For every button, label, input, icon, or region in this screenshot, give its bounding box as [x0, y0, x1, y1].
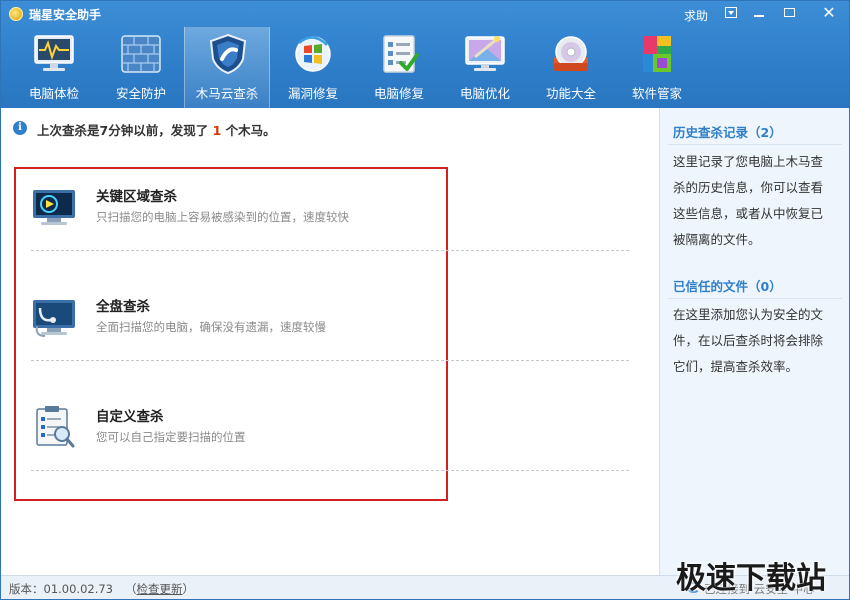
history-desc: 这里记录了您电脑上木马查杀的历史信息，你可以查看这些信息，或者从中恢复已被隔离的…: [673, 154, 824, 247]
tool-all-features[interactable]: 功能大全: [528, 27, 614, 108]
site-watermark: 极速下载站: [676, 561, 826, 596]
menu-icon: [724, 7, 737, 18]
trusted-desc: 在这里添加您认为安全的文件，在以后查杀时将会排除它们，提高查杀效率。: [673, 307, 824, 374]
shield-icon: [209, 33, 247, 75]
version-label: 版本：01.00.02.73: [9, 582, 113, 596]
scan-option-desc: 您可以自己指定要扫描的位置: [96, 430, 246, 444]
close-icon: ✕: [822, 3, 836, 22]
software-blocks-icon: [643, 36, 671, 72]
tool-computer-checkup[interactable]: 电脑体检: [11, 27, 97, 108]
main-content: i 上次查杀是7分钟以前，发现了 1 个木马。 关键区域查杀 只扫描您的电脑上容…: [1, 108, 659, 575]
tool-label: 电脑体检: [28, 86, 79, 101]
app-title: 瑞星安全助手: [29, 8, 102, 22]
paren-close: ）: [182, 582, 195, 596]
checklist-icon: [383, 35, 419, 73]
scan-option-desc: 只扫描您的电脑上容易被感染到的位置，速度较快: [96, 210, 349, 224]
trojan-count: 1: [212, 123, 222, 138]
firewall-icon: [121, 35, 161, 73]
divider: [31, 360, 629, 361]
tool-label: 电脑优化: [459, 86, 510, 101]
tool-label: 安全防护: [115, 86, 166, 101]
magic-monitor-icon: [465, 36, 505, 71]
tool-security-protection[interactable]: 安全防护: [98, 27, 184, 108]
divider: [668, 144, 842, 145]
check-update-link[interactable]: （检查更新）: [125, 581, 194, 597]
tool-computer-repair[interactable]: 电脑修复: [356, 27, 442, 108]
scan-option-title: 关键区域查杀: [96, 189, 177, 205]
windows-patch-icon: [295, 36, 331, 72]
notice-suffix: 个木马。: [225, 123, 276, 138]
scan-option-title: 自定义查杀: [96, 409, 164, 425]
divider: [31, 250, 629, 251]
maximize-button[interactable]: [776, 3, 803, 23]
header: 瑞星安全助手 求助 ✕ 电脑体检 安全防护 木马云查杀 漏洞修复 电脑修复 电脑…: [1, 1, 849, 108]
tool-label: 漏洞修复: [287, 86, 338, 101]
menu-button[interactable]: [717, 3, 744, 23]
scan-option-custom[interactable]: 自定义查杀 您可以自己指定要扫描的位置: [31, 388, 629, 496]
quick-scan-monitor-icon: [33, 190, 75, 225]
app-logo-icon: [9, 7, 23, 21]
check-update-label: 检查更新: [136, 582, 183, 596]
app-window: 瑞星安全助手 求助 ✕ 电脑体检 安全防护 木马云查杀 漏洞修复 电脑修复 电脑…: [0, 0, 850, 600]
trusted-files-link[interactable]: 已信任的文件（0）: [673, 276, 782, 295]
tool-software-manager[interactable]: 软件管家: [614, 27, 700, 108]
tool-label: 木马云查杀: [195, 86, 259, 101]
full-scan-monitor-icon: [33, 300, 75, 337]
divider: [31, 470, 629, 471]
scan-option-title: 全盘查杀: [96, 299, 150, 315]
tool-trojan-cloud-scan[interactable]: 木马云查杀: [184, 27, 270, 108]
disc-box-icon: [554, 36, 588, 71]
sidebar: 历史查杀记录（2） 这里记录了您电脑上木马查杀的历史信息，你可以查看这些信息，或…: [659, 108, 849, 575]
tool-label: 软件管家: [631, 86, 682, 101]
main-toolbar: 电脑体检 安全防护 木马云查杀 漏洞修复 电脑修复 电脑优化 功能大全 软件管家: [1, 27, 849, 108]
tool-computer-optimize[interactable]: 电脑优化: [442, 27, 528, 108]
scan-option-desc: 全面扫描您的电脑，确保没有遗漏，速度较慢: [96, 320, 326, 334]
notice-prefix: 上次查杀是7分钟以前，发现了: [37, 123, 209, 138]
maximize-icon: [784, 8, 795, 17]
scan-option-full-disk[interactable]: 全盘查杀 全面扫描您的电脑，确保没有遗漏，速度较慢: [31, 278, 629, 386]
tool-label: 电脑修复: [373, 86, 424, 101]
minimize-button[interactable]: [745, 3, 772, 23]
help-link[interactable]: 求助: [684, 7, 708, 24]
tool-label: 功能大全: [545, 86, 596, 101]
title-bar[interactable]: 瑞星安全助手 求助 ✕: [1, 1, 849, 27]
info-icon: i: [13, 121, 27, 135]
tool-vulnerability-fix[interactable]: 漏洞修复: [270, 27, 356, 108]
scan-option-key-areas[interactable]: 关键区域查杀 只扫描您的电脑上容易被感染到的位置，速度较快: [31, 168, 629, 276]
custom-scan-clipboard-icon: [36, 406, 75, 448]
notice-text: 上次查杀是7分钟以前，发现了 1 个木马。: [37, 120, 276, 139]
minimize-icon: [753, 14, 764, 17]
history-records-link[interactable]: 历史查杀记录（2）: [673, 122, 782, 141]
monitor-pulse-icon: [34, 35, 74, 71]
divider: [668, 298, 842, 299]
paren-open: （: [125, 582, 137, 596]
close-button[interactable]: ✕: [813, 3, 845, 23]
